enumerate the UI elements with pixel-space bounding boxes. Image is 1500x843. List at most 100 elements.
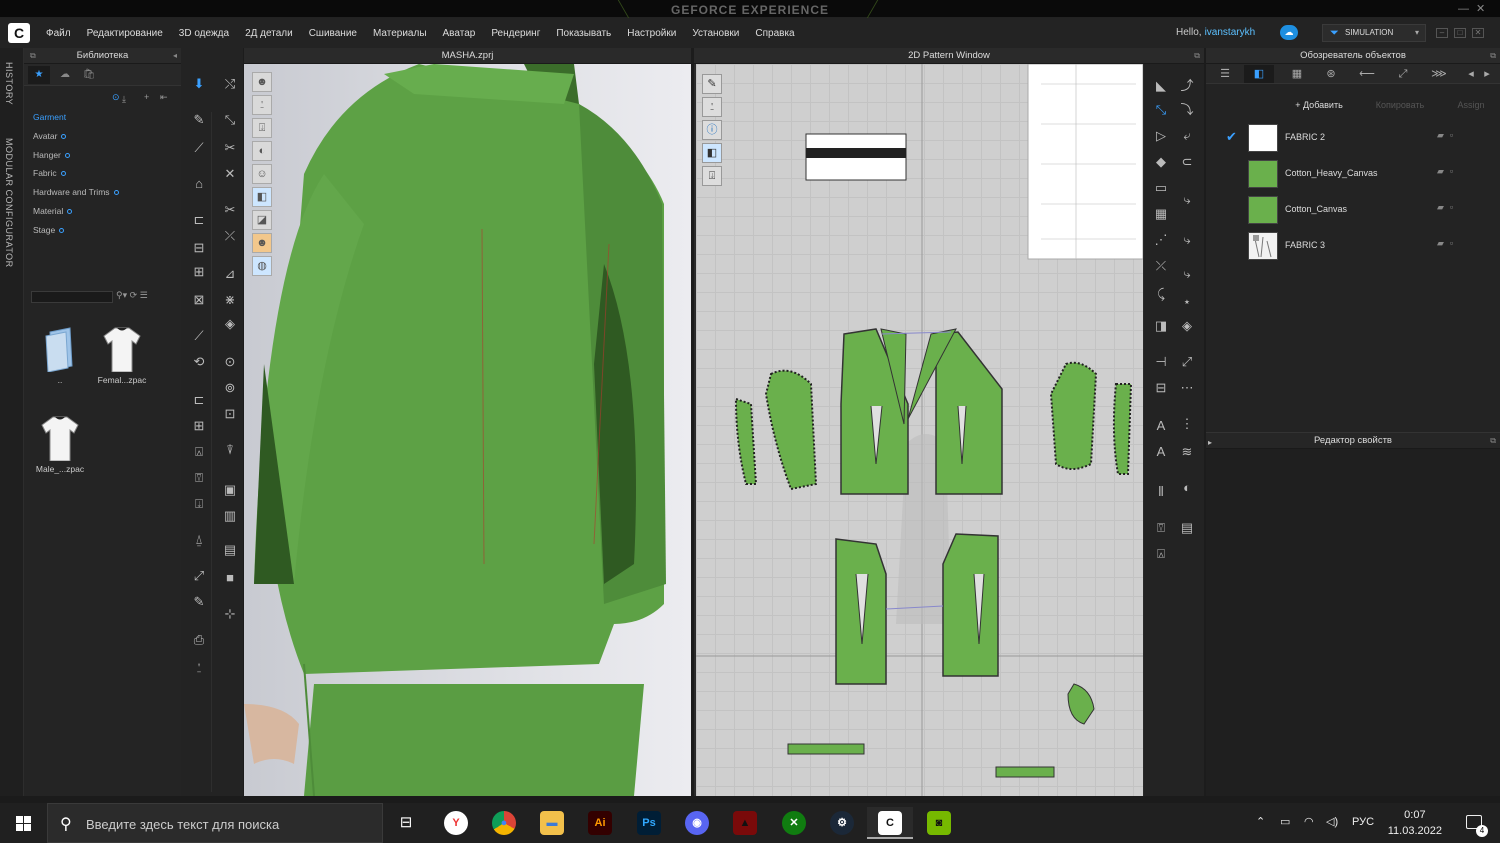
next-tab-icon[interactable]: ▸ bbox=[1480, 65, 1494, 83]
pattern-2d-canvas[interactable]: ✎ ⍘ ⓘ ◧ ⍗ bbox=[696, 64, 1143, 796]
menu-preferences[interactable]: Установки bbox=[684, 28, 747, 39]
line-icon[interactable]: ⟋ bbox=[188, 326, 210, 346]
garment-fit-icon[interactable]: ⌂ bbox=[188, 174, 210, 194]
internal-line-icon[interactable]: ⋰ bbox=[1150, 230, 1172, 250]
overlay-minimize-icon[interactable]: — bbox=[1458, 4, 1469, 15]
layer-icon[interactable]: ▣ bbox=[219, 480, 241, 500]
topstitch-tab-icon[interactable]: ⟵ bbox=[1352, 65, 1382, 83]
popout-icon[interactable]: ⧉ bbox=[1490, 433, 1496, 449]
rotate-icon[interactable]: ⟲ bbox=[188, 352, 210, 372]
pattern-icon[interactable]: ◈ bbox=[219, 314, 241, 334]
fabric-row[interactable]: Cotton_Heavy_Canvas ▰▫ bbox=[1206, 158, 1500, 190]
tree-item-avatar[interactable]: Avatar bbox=[33, 131, 67, 141]
minimize-button[interactable]: – bbox=[1436, 28, 1448, 38]
tree-item-garment[interactable]: Garment bbox=[33, 112, 66, 122]
fabric-icon[interactable]: ⍔ bbox=[188, 468, 210, 488]
button-tab-icon[interactable]: ⊛ bbox=[1316, 65, 1346, 83]
line-tab-icon[interactable]: ⤢ bbox=[1388, 65, 1418, 83]
square-icon[interactable]: ■ bbox=[219, 568, 241, 588]
edit-avatar-icon[interactable]: ⤫ bbox=[219, 226, 241, 246]
cross-icon[interactable]: ⤫ bbox=[1150, 256, 1172, 276]
menu-materials[interactable]: Материалы bbox=[365, 28, 435, 39]
topstitch-icon[interactable]: ⍒ bbox=[219, 440, 241, 460]
fabric-pattern-icon[interactable]: ◐ bbox=[1176, 478, 1198, 498]
tab-history[interactable]: HISTORY bbox=[4, 62, 14, 105]
segment-sew-icon[interactable]: ⤷ bbox=[1176, 264, 1198, 284]
favorites-tab-icon[interactable]: ★ bbox=[28, 66, 50, 84]
edit-point-icon[interactable]: ⤵ bbox=[1176, 100, 1198, 120]
align-icon[interactable]: ⊹ bbox=[219, 604, 241, 624]
block-icon[interactable]: ▥ bbox=[219, 506, 241, 526]
transform-pattern-icon[interactable]: ▷ bbox=[1150, 126, 1172, 146]
nvidia-icon[interactable]: ◙ bbox=[916, 807, 962, 839]
zipper-icon[interactable]: ⊏ bbox=[188, 390, 210, 410]
barcode-icon[interactable]: ⦀ bbox=[1150, 482, 1172, 502]
point-icon[interactable]: ⊙ bbox=[219, 352, 241, 372]
fabric-tab-icon[interactable]: ◧ bbox=[1244, 65, 1274, 83]
start-button[interactable] bbox=[0, 803, 46, 843]
fabric-row[interactable]: Cotton_Canvas ▰▫ bbox=[1206, 194, 1500, 226]
seam-icon[interactable]: ⊏ bbox=[188, 210, 210, 230]
free-sew-icon[interactable]: ⋆ bbox=[1176, 292, 1198, 312]
measure-icon[interactable]: ⊿ bbox=[219, 264, 241, 284]
clo3d-taskbar-icon[interactable]: C bbox=[867, 807, 913, 839]
chevron-up-icon[interactable]: ⌃ bbox=[1256, 815, 1265, 828]
fabric-row-icons[interactable]: ▰▫ bbox=[1437, 202, 1459, 213]
rotate-pattern-icon[interactable]: ⤷ bbox=[1176, 190, 1198, 210]
trace-icon[interactable]: ⤴ bbox=[1176, 76, 1198, 96]
cut-icon[interactable]: ✂ bbox=[219, 200, 241, 220]
curve-icon[interactable]: ⤶ bbox=[1176, 126, 1198, 146]
check-sew-icon[interactable]: ⤢ bbox=[1176, 352, 1198, 372]
yandex-browser-icon[interactable]: Y bbox=[433, 807, 479, 839]
rectangle-icon[interactable]: ▭ bbox=[1150, 178, 1172, 198]
menu-edit[interactable]: Редактирование bbox=[79, 28, 171, 39]
list-tab-icon[interactable]: ☰ bbox=[1210, 65, 1240, 83]
cloud-tab-icon[interactable]: ☁ bbox=[54, 66, 76, 84]
pattern-shirt-icon[interactable]: ⍘ bbox=[702, 97, 722, 117]
zigzag-icon[interactable]: ≋ bbox=[1176, 442, 1198, 462]
file-explorer-icon[interactable]: ▬ bbox=[529, 807, 575, 839]
tree-item-fabric[interactable]: Fabric bbox=[33, 168, 66, 178]
tape-icon[interactable]: ⊞ bbox=[188, 416, 210, 436]
fill-icon[interactable]: ◧ bbox=[702, 143, 722, 163]
view-toggle-icon[interactable]: ☰ bbox=[140, 290, 148, 300]
polygon-icon[interactable]: ◆ bbox=[1150, 152, 1172, 172]
button-icon[interactable]: ⊚ bbox=[219, 378, 241, 398]
adjust-icon[interactable]: ◣ bbox=[1150, 76, 1172, 96]
tack-icon[interactable]: ✂ bbox=[219, 138, 241, 158]
prev-tab-icon[interactable]: ◂ bbox=[1464, 65, 1478, 83]
seam-allow-icon[interactable]: ⊂ bbox=[1176, 152, 1198, 172]
text-icon[interactable]: A bbox=[1150, 416, 1172, 436]
wifi-icon[interactable]: ◠ bbox=[1304, 815, 1314, 828]
grid-tab-icon[interactable]: ▦ bbox=[1282, 65, 1312, 83]
user-name[interactable]: ivanstarykh bbox=[1205, 27, 1256, 38]
tree-item-material[interactable]: Material bbox=[33, 206, 73, 216]
strip-icon[interactable]: ▤ bbox=[219, 540, 241, 560]
menu-avatar[interactable]: Аватар bbox=[435, 28, 484, 39]
popout-icon[interactable]: ⧉ bbox=[1490, 48, 1496, 64]
illustrator-icon[interactable]: Ai bbox=[577, 807, 623, 839]
text-list-icon[interactable]: ⋮ bbox=[1176, 414, 1198, 434]
photoshop-icon[interactable]: Ps bbox=[626, 807, 672, 839]
pin-icon[interactable]: ⟋ bbox=[188, 138, 210, 158]
fabric-row[interactable]: FABRIC 3 ▰▫ bbox=[1206, 230, 1500, 262]
shirt-icon[interactable]: ⍗ bbox=[188, 494, 210, 514]
multi-sew-icon[interactable]: ◈ bbox=[1176, 316, 1198, 336]
trim-pattern-icon[interactable]: ⍔ bbox=[1150, 518, 1172, 538]
battery-icon[interactable]: ▭ bbox=[1280, 815, 1290, 828]
menu-2d-pattern[interactable]: 2Д детали bbox=[237, 28, 301, 39]
add-button[interactable]: + Добавить bbox=[1284, 98, 1354, 112]
segment-icon[interactable]: ⊞ bbox=[188, 262, 210, 282]
select-move-icon[interactable]: ⬇ bbox=[188, 74, 210, 94]
globe-icon[interactable]: ◍ bbox=[252, 256, 272, 276]
library-thumb-female[interactable]: Femal...zpac bbox=[96, 326, 148, 385]
steam-icon[interactable]: ⚙ bbox=[819, 807, 865, 839]
menu-sewing[interactable]: Сшивание bbox=[301, 28, 365, 39]
grid-icon[interactable]: ▦ bbox=[1150, 204, 1172, 224]
stretch-icon[interactable]: ✕ bbox=[219, 164, 241, 184]
overlay-close-icon[interactable]: ✕ bbox=[1476, 4, 1485, 15]
task-view-icon[interactable]: ⊟ bbox=[383, 807, 429, 839]
pattern-garment-icon[interactable]: ⍗ bbox=[702, 166, 722, 186]
tree-item-stage[interactable]: Stage bbox=[33, 225, 65, 235]
tab-modular-configurator[interactable]: MODULAR CONFIGURATOR bbox=[4, 138, 14, 268]
